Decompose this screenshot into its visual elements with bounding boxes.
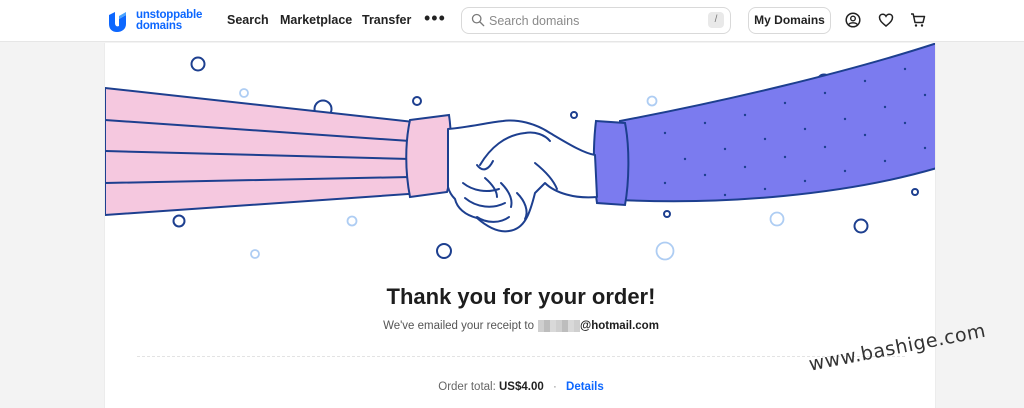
search-box[interactable]: /: [461, 7, 731, 34]
confirmation-title: Thank you for your order!: [386, 284, 656, 309]
logo-mark-icon: [109, 12, 126, 32]
unstoppable-domains-logo[interactable]: unstoppable domains: [106, 8, 216, 34]
search-input[interactable]: [489, 11, 689, 30]
logo-text: unstoppable domains: [136, 9, 203, 32]
order-total-label: Order total:: [438, 381, 496, 393]
receipt-message: We've emailed your receipt to @hotmail.co…: [105, 320, 935, 333]
user-icon[interactable]: [845, 12, 861, 28]
nav-marketplace[interactable]: Marketplace: [280, 13, 352, 27]
search-icon: [471, 13, 485, 27]
divider: [137, 356, 905, 357]
handshake-illustration: [105, 43, 935, 261]
redacted-email-user: [537, 320, 580, 332]
heart-icon[interactable]: [878, 12, 894, 28]
cart-icon[interactable]: [910, 12, 926, 28]
search-shortcut-hint: /: [708, 12, 724, 28]
details-link[interactable]: Details: [566, 381, 604, 393]
top-navigation-bar: unstoppable domains Search Marketplace T…: [0, 0, 1024, 42]
email-domain: @hotmail.com: [579, 320, 659, 333]
receipt-message-text: We've emailed your receipt to: [383, 320, 534, 333]
nav-transfer[interactable]: Transfer: [362, 13, 411, 27]
more-menu-icon[interactable]: •••: [424, 9, 446, 27]
nav-search[interactable]: Search: [227, 13, 269, 27]
order-total-value: US$4.00: [499, 381, 544, 393]
my-domains-button[interactable]: My Domains: [748, 7, 831, 34]
order-total-row: Order total: US$4.00 · Details: [105, 381, 935, 393]
separator-dot: ·: [552, 381, 557, 393]
